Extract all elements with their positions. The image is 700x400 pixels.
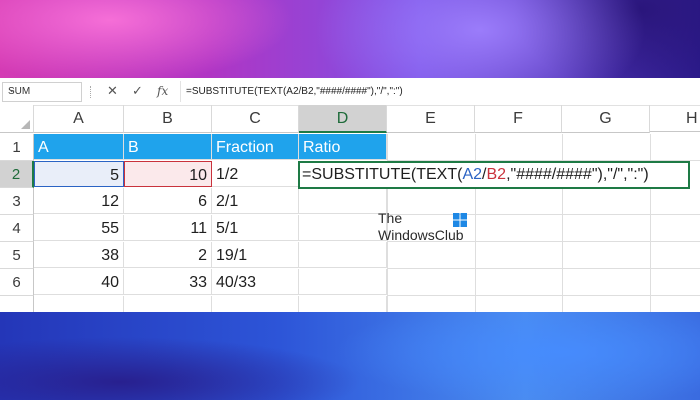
name-box[interactable]: SUM ⌄ xyxy=(2,82,82,102)
select-all-corner[interactable] xyxy=(0,105,34,133)
cell-b5[interactable]: 2 xyxy=(124,242,212,268)
cell-b1[interactable]: B xyxy=(124,134,212,160)
row-header-2[interactable]: 2 xyxy=(0,161,34,188)
column-header-d[interactable]: D xyxy=(299,105,387,133)
cell-c7[interactable] xyxy=(212,296,299,312)
select-all-triangle-icon xyxy=(21,120,30,129)
cell-a2[interactable]: 5 xyxy=(34,161,124,187)
enter-icon[interactable]: ✓ xyxy=(132,83,143,99)
formula-part: ,"####/####"),"/",":") xyxy=(506,166,649,183)
cell-d4[interactable] xyxy=(299,215,387,241)
chevron-down-icon[interactable]: ⌄ xyxy=(8,84,77,95)
spreadsheet-window: SUM ⌄ ✕ ✓ fx =SUBSTITUTE(TEXT(A2/B2,"###… xyxy=(0,78,700,312)
windows-logo-icon xyxy=(453,213,467,227)
cell-d5[interactable] xyxy=(299,242,387,268)
desktop-wallpaper-bottom xyxy=(0,312,700,400)
grid-line xyxy=(387,268,700,269)
grid-line xyxy=(387,295,700,296)
column-header-h[interactable]: H xyxy=(650,105,700,132)
formula-bar-divider xyxy=(90,86,93,98)
row-header-4[interactable]: 4 xyxy=(0,215,34,242)
row-header-5[interactable]: 5 xyxy=(0,242,34,269)
watermark-line2: WindowsClub xyxy=(378,227,464,243)
cell-ref-b2: B2 xyxy=(486,166,507,183)
desktop-wallpaper-top xyxy=(0,0,700,78)
column-header-a[interactable]: A xyxy=(34,105,124,133)
cell-c6[interactable]: 40/33 xyxy=(212,269,299,295)
formula-bar: SUM ⌄ ✕ ✓ fx =SUBSTITUTE(TEXT(A2/B2,"###… xyxy=(0,78,700,106)
cell-a1[interactable]: A xyxy=(34,134,124,160)
column-header-g[interactable]: G xyxy=(562,105,650,133)
cancel-icon[interactable]: ✕ xyxy=(107,83,118,99)
cell-d6[interactable] xyxy=(299,269,387,295)
row-header-7[interactable] xyxy=(0,296,34,312)
formula-part: =SUBSTITUTE(TEXT( xyxy=(302,166,463,183)
row-header-6[interactable]: 6 xyxy=(0,269,34,296)
formula-input[interactable]: =SUBSTITUTE(TEXT(A2/B2,"####/####"),"/",… xyxy=(186,86,403,97)
cell-c3[interactable]: 2/1 xyxy=(212,188,299,214)
column-header-b[interactable]: B xyxy=(124,105,212,133)
cell-d2-editor[interactable]: =SUBSTITUTE(TEXT(A2/B2,"####/####"),"/",… xyxy=(298,161,690,189)
formula-bar-divider-line xyxy=(180,81,181,102)
column-header-f[interactable]: F xyxy=(475,105,562,133)
cell-c4[interactable]: 5/1 xyxy=(212,215,299,241)
watermark: The WindowsClub xyxy=(378,210,478,250)
cell-d3[interactable] xyxy=(299,188,387,214)
row-header-1[interactable]: 1 xyxy=(0,134,34,161)
column-header-c[interactable]: C xyxy=(212,105,299,133)
cell-d7[interactable] xyxy=(299,296,387,312)
cell-a7[interactable] xyxy=(34,296,124,312)
cell-a3[interactable]: 12 xyxy=(34,188,124,214)
cell-c2[interactable]: 1/2 xyxy=(212,161,299,187)
cell-ref-a2: A2 xyxy=(462,166,483,183)
cell-d1[interactable]: Ratio xyxy=(299,134,387,160)
cell-b4[interactable]: 11 xyxy=(124,215,212,241)
cell-b2[interactable]: 10 xyxy=(124,161,212,187)
cell-b6[interactable]: 33 xyxy=(124,269,212,295)
cell-b3[interactable]: 6 xyxy=(124,188,212,214)
cell-c1[interactable]: Fraction xyxy=(212,134,299,160)
cell-a5[interactable]: 38 xyxy=(34,242,124,268)
row-header-3[interactable]: 3 xyxy=(0,188,34,215)
cell-a4[interactable]: 55 xyxy=(34,215,124,241)
watermark-line1: The xyxy=(378,210,403,226)
column-header-e[interactable]: E xyxy=(387,105,475,133)
insert-function-icon[interactable]: fx xyxy=(157,83,168,99)
cell-c5[interactable]: 19/1 xyxy=(212,242,299,268)
cell-a6[interactable]: 40 xyxy=(34,269,124,295)
cell-b7[interactable] xyxy=(124,296,212,312)
